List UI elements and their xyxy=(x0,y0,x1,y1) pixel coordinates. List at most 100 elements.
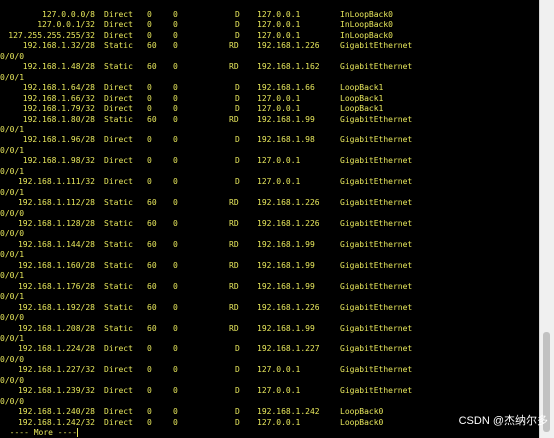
route-flags: RD xyxy=(229,41,239,51)
route-cost: 0 xyxy=(173,41,178,51)
route-nexthop: 192.168.1.99 xyxy=(257,281,315,291)
route-interface-wrap: 0/0/0 xyxy=(0,229,25,239)
route-nexthop: 127.0.0.1 xyxy=(257,93,301,103)
route-destination: 192.168.1.66/32 xyxy=(22,93,95,103)
route-cost: 0 xyxy=(173,365,178,375)
route-row: 192.168.1.192/28 Static 60 0 RD 192.168.1.226… xyxy=(0,303,540,313)
route-protocol: Direct xyxy=(104,30,133,40)
route-protocol: Static xyxy=(104,62,133,72)
route-cost: 0 xyxy=(173,386,178,396)
route-protocol: Direct xyxy=(104,20,133,30)
route-flags: RD xyxy=(229,260,239,270)
route-destination: 192.168.1.80/28 xyxy=(22,114,95,124)
route-interface: InLoopBack0 xyxy=(340,10,393,19)
route-interface-wrap: 0/0/1 xyxy=(0,187,25,197)
route-flags: RD xyxy=(229,302,239,312)
route-flags: D xyxy=(235,344,240,354)
more-prompt[interactable]: ---- More ---- xyxy=(0,428,79,438)
route-interface: GigabitEthernet xyxy=(340,135,413,145)
route-protocol: Direct xyxy=(104,156,133,166)
route-cost: 0 xyxy=(173,30,178,40)
route-destination: 192.168.1.240/28 xyxy=(17,407,95,417)
route-protocol: Static xyxy=(104,114,133,124)
route-preference: 0 xyxy=(147,10,152,19)
route-interface-wrap: 0/0/0 xyxy=(0,354,25,364)
route-protocol: Direct xyxy=(104,417,133,427)
route-preference: 60 xyxy=(147,198,157,208)
route-flags: D xyxy=(235,177,240,187)
route-row: 192.168.1.144/28 Static 60 0 RD 192.168.1.99 G… xyxy=(0,240,540,250)
route-destination: 192.168.1.208/28 xyxy=(17,323,95,333)
route-interface-wrap: 0/0/0 xyxy=(0,208,25,218)
route-destination: 192.168.1.192/28 xyxy=(17,302,95,312)
route-interface: GigabitEthernet xyxy=(340,365,413,375)
route-nexthop: 192.168.1.242 xyxy=(257,407,320,417)
route-row: 192.168.1.79/32 Direct 0 0 D 127.0.0.1 LoopBac… xyxy=(0,104,540,114)
csdn-watermark: CSDN @杰纳尔多 xyxy=(458,415,548,427)
route-nexthop: 192.168.1.99 xyxy=(257,323,315,333)
route-destination: 192.168.1.111/32 xyxy=(17,177,95,187)
route-interface-wrap: 0/0/1 xyxy=(0,292,25,302)
route-interface: GigabitEthernet xyxy=(340,62,413,72)
route-destination: 192.168.1.32/28 xyxy=(22,41,95,51)
route-row: 192.168.1.224/28 Direct 0 0 D 192.168.1.227 Gi… xyxy=(0,344,540,354)
route-nexthop: 127.0.0.1 xyxy=(257,30,301,40)
route-interface-wrap: 0/0/1 xyxy=(0,250,25,260)
vertical-scrollbar[interactable] xyxy=(539,0,554,438)
route-preference: 0 xyxy=(147,407,152,417)
route-preference: 0 xyxy=(147,386,152,396)
route-interface: GigabitEthernet xyxy=(340,41,413,51)
route-interface: LoopBack0 xyxy=(340,417,384,427)
route-cost: 0 xyxy=(173,323,178,333)
route-preference: 0 xyxy=(147,344,152,354)
route-interface: LoopBack1 xyxy=(340,83,384,93)
route-protocol: Static xyxy=(104,260,133,270)
route-interface: LoopBack0 xyxy=(340,407,384,417)
route-interface-wrap: 0/0/0 xyxy=(0,396,25,406)
route-row: 127.255.255.255/32 Direct 0 0 D 127.0.0.1 InLo… xyxy=(0,31,540,41)
route-cost: 0 xyxy=(173,344,178,354)
route-flags: RD xyxy=(229,62,239,72)
route-preference: 0 xyxy=(147,93,152,103)
route-interface: GigabitEthernet xyxy=(340,114,413,124)
route-nexthop: 192.168.1.226 xyxy=(257,198,320,208)
route-nexthop: 127.0.0.1 xyxy=(257,386,301,396)
route-row: 192.168.1.80/28 Static 60 0 RD 192.168.1.99 Gi… xyxy=(0,115,540,125)
route-interface: LoopBack1 xyxy=(340,104,384,114)
route-nexthop: 192.168.1.98 xyxy=(257,135,315,145)
route-nexthop: 127.0.0.1 xyxy=(257,417,301,427)
route-protocol: Static xyxy=(104,302,133,312)
route-interface-wrap: 0/0/1 xyxy=(0,271,25,281)
route-row: 192.168.1.112/28 Static 60 0 RD 192.168.1.226… xyxy=(0,198,540,208)
route-protocol: Direct xyxy=(104,93,133,103)
route-row: 192.168.1.98/32 Direct 0 0 D 127.0.0.1 Gigabit… xyxy=(0,156,540,166)
route-interface: GigabitEthernet xyxy=(340,198,413,208)
terminal-window[interactable]: 127.0.0.0/8 Direct 0 0 D 127.0.0.1 InLoopBack0… xyxy=(0,0,540,438)
route-flags: D xyxy=(235,83,240,93)
route-destination: 192.168.1.98/32 xyxy=(22,156,95,166)
route-nexthop: 192.168.1.162 xyxy=(257,62,320,72)
route-protocol: Direct xyxy=(104,10,133,19)
route-preference: 0 xyxy=(147,177,152,187)
route-interface: InLoopBack0 xyxy=(340,20,393,30)
route-row: 127.0.0.0/8 Direct 0 0 D 127.0.0.1 InLoopBack0 xyxy=(0,10,540,20)
route-interface: GigabitEthernet xyxy=(340,219,413,228)
route-row: 192.168.1.208/28 Static 60 0 RD 192.168.1.99 G… xyxy=(0,324,540,334)
route-flags: D xyxy=(235,93,240,103)
route-protocol: Static xyxy=(104,41,133,51)
route-protocol: Direct xyxy=(104,83,133,93)
route-interface-wrap: 0/0/0 xyxy=(0,313,25,323)
route-destination: 192.168.1.176/28 xyxy=(17,281,95,291)
route-cost: 0 xyxy=(173,198,178,208)
route-flags: RD xyxy=(229,239,239,249)
route-destination: 192.168.1.227/32 xyxy=(17,365,95,375)
route-nexthop: 192.168.1.99 xyxy=(257,239,315,249)
route-preference: 0 xyxy=(147,156,152,166)
route-nexthop: 192.168.1.99 xyxy=(257,260,315,270)
route-cost: 0 xyxy=(173,20,178,30)
route-nexthop: 127.0.0.1 xyxy=(257,365,301,375)
route-nexthop: 192.168.1.226 xyxy=(257,219,320,228)
route-destination: 127.0.0.0/8 xyxy=(42,10,95,19)
route-protocol: Static xyxy=(104,198,133,208)
route-row: 192.168.1.64/28 Direct 0 0 D 192.168.1.66 Loop… xyxy=(0,83,540,93)
